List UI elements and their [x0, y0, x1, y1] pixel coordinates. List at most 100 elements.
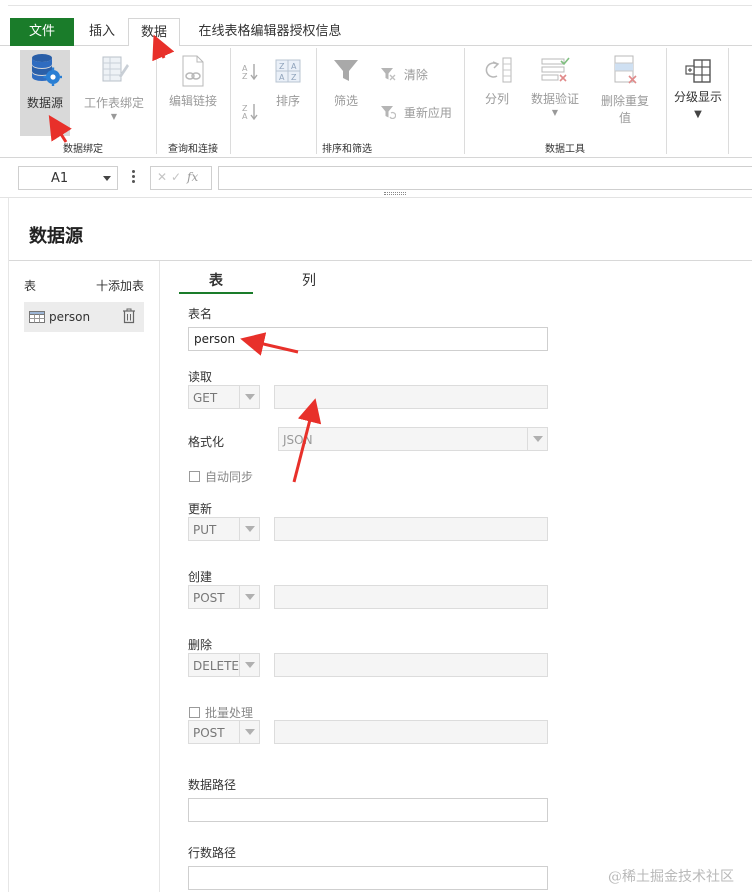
- tab-file[interactable]: 文件: [10, 18, 74, 46]
- panel-title: 数据源: [29, 226, 83, 247]
- cancel-icon[interactable]: ✕: [157, 170, 167, 184]
- data-validation-icon: [541, 57, 570, 82]
- reapply-button[interactable]: 重新应用: [380, 104, 460, 121]
- clear-label: 清除: [403, 68, 428, 82]
- confirm-icon[interactable]: ✓: [171, 170, 181, 184]
- filter-button[interactable]: 筛选: [326, 58, 366, 109]
- sheet-binding-icon: [102, 56, 129, 82]
- data-path-input[interactable]: [188, 798, 548, 822]
- data-source-panel: 数据源 表 十添加表 person 表 列 表名 person 读取 GET 格…: [8, 198, 752, 892]
- formula-actions: ✕ ✓ fx: [150, 166, 212, 190]
- sort-ascending-button[interactable]: A Z: [240, 62, 260, 83]
- trash-icon[interactable]: [122, 308, 136, 324]
- sort-button[interactable]: Z A A Z 排序: [270, 58, 306, 109]
- read-method-select[interactable]: GET: [188, 385, 260, 409]
- outline-group-icon: [685, 59, 711, 83]
- checkbox-box: [189, 707, 200, 718]
- more-options-icon[interactable]: [132, 170, 135, 185]
- chevron-down-icon: [239, 654, 259, 676]
- tab-table[interactable]: 表: [179, 270, 253, 294]
- group-divider: [230, 48, 231, 154]
- split-column-button[interactable]: 分列: [478, 56, 516, 107]
- batch-url-input[interactable]: [274, 720, 548, 744]
- table-name-input[interactable]: person: [188, 327, 548, 351]
- table-grid-icon: [29, 311, 45, 323]
- batch-method-value: POST: [193, 726, 225, 740]
- table-name-label: 表名: [188, 307, 213, 321]
- tables-label: 表: [24, 279, 37, 293]
- row-count-path-input[interactable]: [188, 866, 548, 890]
- edit-links-button[interactable]: 编辑链接: [164, 54, 222, 109]
- ribbon-data: 数据源 工作表绑定 ▼ 编辑链接 A Z Z A Z A A Z 排序 筛选 清…: [0, 46, 752, 158]
- chevron-down-icon: [239, 518, 259, 540]
- clear-filter-button[interactable]: 清除: [380, 66, 440, 83]
- filter-label: 筛选: [333, 94, 358, 108]
- format-label: 格式化: [188, 435, 225, 449]
- formula-input[interactable]: [218, 166, 752, 190]
- delete-label: 删除: [188, 638, 213, 652]
- delete-method-value: DELETE: [193, 659, 240, 673]
- data-validation-button[interactable]: 数据验证 ▼: [526, 56, 584, 117]
- format-select[interactable]: JSON: [278, 427, 548, 451]
- delete-url-input[interactable]: [274, 653, 548, 677]
- sort-descending-button[interactable]: Z A: [240, 102, 260, 123]
- resize-handle[interactable]: [384, 192, 406, 195]
- remove-duplicates-label-1: 删除重复: [600, 94, 649, 108]
- create-url-input[interactable]: [274, 585, 548, 609]
- data-path-label: 数据路径: [188, 778, 237, 792]
- group-divider: [464, 48, 465, 154]
- table-name-text: person: [49, 310, 91, 324]
- remove-duplicates-label-2: 值: [618, 111, 631, 125]
- svg-text:Z: Z: [242, 72, 248, 80]
- read-url-input[interactable]: [274, 385, 548, 409]
- chevron-down-icon: [239, 586, 259, 608]
- insert-function-icon[interactable]: fx: [187, 170, 198, 184]
- edit-links-label: 编辑链接: [168, 94, 217, 108]
- batch-method-select[interactable]: POST: [188, 720, 260, 744]
- tab-data[interactable]: 数据: [128, 18, 180, 47]
- data-source-button[interactable]: 数据源: [20, 52, 70, 111]
- outline-button[interactable]: 分级显示 ▼: [670, 58, 726, 120]
- auto-sync-label: 自动同步: [205, 470, 254, 484]
- sort-dialog-icon: Z A A Z: [275, 59, 301, 83]
- edit-links-icon: [182, 55, 204, 87]
- tab-insert[interactable]: 插入: [80, 18, 124, 46]
- tab-columns[interactable]: 列: [289, 270, 329, 294]
- group-label-binding: 数据绑定: [63, 144, 103, 155]
- update-label: 更新: [188, 502, 213, 516]
- update-method-value: PUT: [193, 523, 217, 537]
- sort-label: 排序: [275, 94, 300, 108]
- name-box[interactable]: A1: [18, 166, 118, 190]
- group-label-sort-filter: 排序和筛选: [322, 144, 372, 155]
- split-column-icon: [485, 57, 512, 83]
- table-list-item[interactable]: person: [24, 302, 144, 332]
- funnel-icon: [334, 60, 358, 81]
- update-url-input[interactable]: [274, 517, 548, 541]
- delete-method-select[interactable]: DELETE: [188, 653, 260, 677]
- add-table-button[interactable]: 十添加表: [96, 277, 144, 294]
- chevron-down-icon: [527, 428, 547, 450]
- remove-duplicates-button[interactable]: 删除重复 值: [596, 54, 654, 126]
- sheet-binding-dropdown-icon: ▼: [110, 112, 118, 121]
- group-label-tools: 数据工具: [545, 144, 585, 155]
- data-source-label: 数据源: [26, 96, 63, 110]
- chevron-down-icon: [239, 386, 259, 408]
- formula-bar: A1 ✕ ✓ fx: [0, 158, 752, 198]
- watermark: @稀土掘金技术社区: [608, 869, 734, 885]
- tab-license-info[interactable]: 在线表格编辑器授权信息: [190, 18, 350, 46]
- update-method-select[interactable]: PUT: [188, 517, 260, 541]
- remove-duplicates-icon: [614, 55, 637, 84]
- reapply-label: 重新应用: [403, 106, 452, 120]
- sheet-binding-button[interactable]: 工作表绑定 ▼: [82, 54, 146, 121]
- data-validation-dropdown-icon: ▼: [551, 108, 559, 117]
- sort-az-icon: A Z: [242, 64, 258, 81]
- auto-sync-checkbox[interactable]: 自动同步: [189, 468, 253, 485]
- batch-checkbox[interactable]: 批量处理: [189, 704, 253, 721]
- sheet-binding-label: 工作表绑定: [83, 96, 144, 110]
- outline-label: 分级显示: [673, 90, 722, 104]
- group-divider: [728, 48, 729, 154]
- svg-text:Z: Z: [291, 73, 297, 82]
- read-label: 读取: [188, 370, 213, 384]
- create-method-select[interactable]: POST: [188, 585, 260, 609]
- chevron-down-icon: [239, 721, 259, 743]
